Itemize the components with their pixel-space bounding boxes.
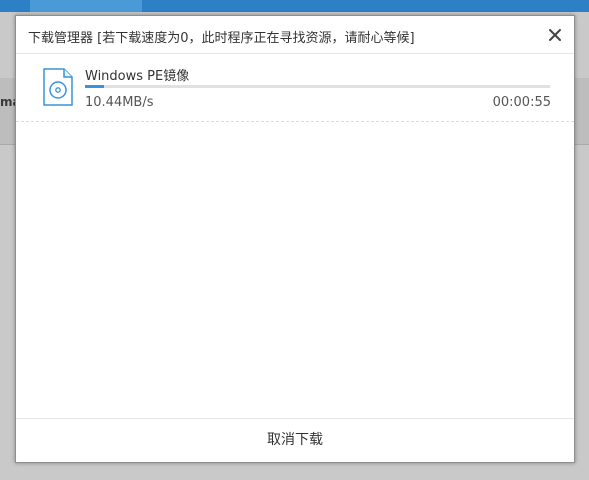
cancel-download-button[interactable]: 取消下载 — [16, 419, 574, 462]
download-speed: 10.44MB/s — [85, 95, 154, 110]
close-icon — [549, 29, 561, 41]
elapsed-time: 00:00:55 — [492, 95, 551, 110]
background-app-tab — [30, 0, 142, 12]
dialog-header: 下载管理器 [若下载速度为0，此时程序正在寻找资源，请耐心等候] — [16, 16, 574, 54]
download-progress-bar — [85, 85, 550, 88]
background-app-topbar — [0, 0, 589, 12]
close-button[interactable] — [546, 26, 564, 44]
file-name: Windows PE镜像 — [85, 69, 190, 84]
download-list-item: Windows PE镜像 10.44MB/s 00:00:55 — [16, 54, 574, 122]
download-manager-dialog: 下载管理器 [若下载速度为0，此时程序正在寻找资源，请耐心等候] Windows… — [15, 15, 575, 463]
download-progress-fill — [85, 85, 104, 88]
dialog-title: 下载管理器 [若下载速度为0，此时程序正在寻找资源，请耐心等候] — [28, 31, 415, 46]
disc-file-icon — [42, 68, 74, 106]
dialog-footer: 取消下载 — [16, 418, 574, 462]
